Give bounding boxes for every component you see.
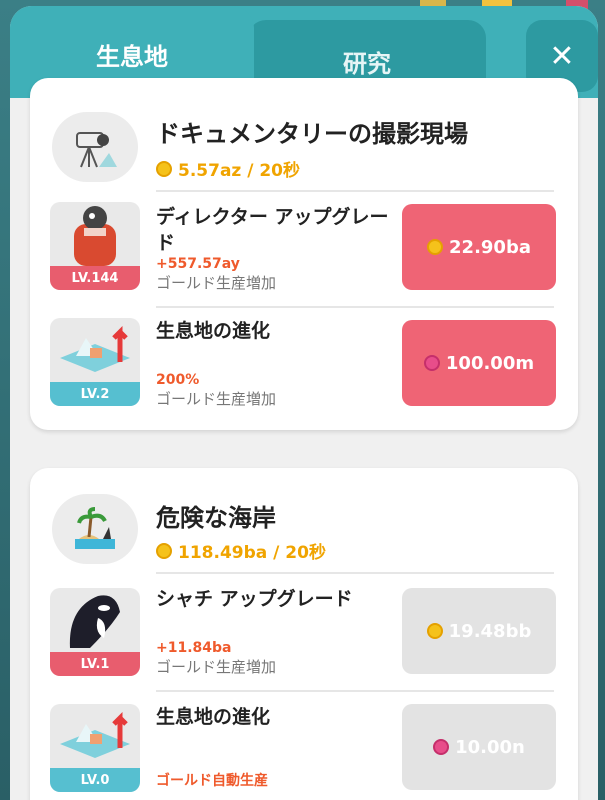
upgrade-title: 生息地の進化: [156, 320, 271, 342]
upgrade-value: +11.84ba: [156, 640, 232, 656]
level-badge: LV.2: [50, 382, 140, 406]
divider: [156, 190, 554, 192]
divider: [156, 690, 554, 692]
palm-island-icon: [52, 494, 138, 564]
habitat-panel: 研究 生息地 ✕ ドキュメンタリーの撮影現場 5.57az / 20秒 LV.1…: [10, 6, 598, 800]
gold-rate: 118.49ba / 20秒: [156, 538, 326, 563]
level-badge: LV.0: [50, 768, 140, 792]
habitat-evolution-icon: [60, 711, 130, 758]
coin-icon: [426, 623, 443, 639]
camera-tripod-icon: [52, 112, 138, 182]
upgrade-buy-button[interactable]: 19.48bb: [402, 588, 556, 674]
divider: [156, 572, 554, 574]
cost-label: 100.00m: [445, 352, 535, 374]
habitat-list[interactable]: ドキュメンタリーの撮影現場 5.57az / 20秒 LV.144 ディレクター…: [10, 78, 598, 800]
orca-icon: [69, 595, 120, 648]
upgrade-desc: ゴールド生産増加: [156, 274, 277, 292]
gem-icon: [433, 739, 450, 755]
upgrade-title: シャチ アップグレード: [156, 588, 353, 610]
gold-rate-text: 118.49ba / 20秒: [178, 543, 326, 563]
divider: [156, 306, 554, 308]
upgrade-buy-button[interactable]: 22.90ba: [402, 204, 556, 290]
cost-label: 22.90ba: [449, 236, 531, 258]
upgrade-desc: ゴールド生産増加: [156, 658, 277, 676]
upgrade-title: ディレクター アップグレード: [156, 206, 389, 254]
habitat-evolution-icon: [60, 325, 130, 372]
habitat-title: 危険な海岸: [156, 504, 276, 532]
coin-icon: [156, 542, 172, 559]
orca-thumbnail: LV.1: [50, 588, 140, 676]
level-badge: LV.1: [50, 652, 140, 676]
habitat-card: ドキュメンタリーの撮影現場 5.57az / 20秒 LV.144 ディレクター…: [30, 78, 578, 430]
coin-icon: [156, 160, 172, 177]
tab-research-label: 研究: [343, 49, 391, 78]
habitat-card: 危険な海岸 118.49ba / 20秒 LV.1 シャチ アップグレード +1…: [30, 468, 578, 800]
gold-rate-text: 5.57az / 20秒: [178, 161, 301, 181]
cost-label: 10.00n: [455, 736, 525, 758]
coin-icon: [427, 239, 444, 255]
level-badge: LV.144: [50, 266, 140, 290]
gem-icon: [423, 355, 440, 371]
evolution-thumbnail: LV.0: [50, 704, 140, 792]
upgrade-value: ゴールド自動生産: [156, 773, 268, 789]
upgrade-value: +557.57ay: [156, 256, 240, 272]
director-thumbnail: LV.144: [50, 202, 140, 290]
upgrade-desc: ゴールド生産増加: [156, 390, 277, 408]
evolution-thumbnail: LV.2: [50, 318, 140, 406]
tab-habitat-label: 生息地: [96, 42, 168, 71]
cost-label: 19.48bb: [448, 620, 532, 642]
gold-rate: 5.57az / 20秒: [156, 156, 300, 181]
habitat-title: ドキュメンタリーの撮影現場: [156, 120, 468, 148]
upgrade-title: 生息地の進化: [156, 706, 271, 728]
close-icon: ✕: [549, 38, 575, 74]
evolve-buy-button[interactable]: 100.00m: [402, 320, 556, 406]
evolve-buy-button[interactable]: 10.00n: [402, 704, 556, 790]
director-penguin-icon: [74, 206, 116, 266]
upgrade-value: 200%: [156, 372, 200, 388]
